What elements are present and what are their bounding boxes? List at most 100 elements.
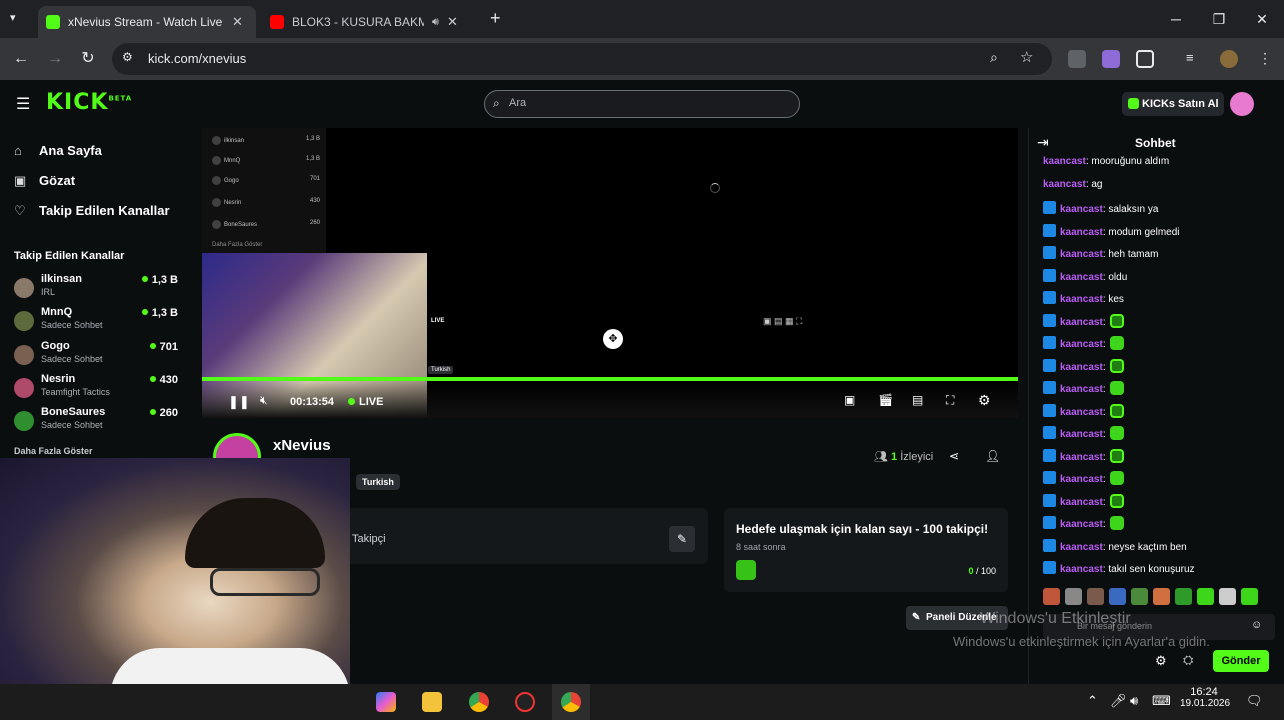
speaker-icon[interactable]: 🔊︎ bbox=[432, 16, 439, 29]
search-input[interactable]: ⌕ Ara bbox=[484, 90, 800, 118]
chat-username[interactable]: kaancast bbox=[1060, 497, 1103, 508]
maximize-icon[interactable]: ❐ bbox=[1208, 8, 1230, 30]
language-tag[interactable]: Turkish bbox=[356, 474, 400, 490]
emote-icon[interactable] bbox=[1197, 588, 1214, 605]
chat-username[interactable]: kaancast bbox=[1060, 272, 1103, 283]
zoom-icon[interactable]: ⌕ bbox=[990, 49, 998, 66]
microphone-icon[interactable]: 🎤︎ bbox=[1110, 693, 1127, 709]
send-button[interactable]: Gönder bbox=[1213, 650, 1269, 672]
chat-username[interactable]: kaancast bbox=[1060, 429, 1103, 440]
back-icon[interactable]: ← bbox=[10, 48, 32, 70]
miniplayer-icon[interactable]: ▤ bbox=[912, 393, 923, 407]
user-avatar[interactable] bbox=[1230, 92, 1254, 116]
chrome-icon[interactable] bbox=[469, 692, 489, 712]
new-tab-icon[interactable]: + bbox=[490, 8, 501, 29]
feather-extension-icon[interactable] bbox=[1102, 50, 1120, 68]
chrome-profile-icon[interactable] bbox=[561, 692, 581, 712]
chat-username[interactable]: kaancast bbox=[1060, 474, 1103, 485]
tab-xnevius[interactable]: xNevius Stream - Watch Live on ✕ bbox=[38, 6, 256, 38]
bookmark-star-icon[interactable]: ☆ bbox=[1020, 48, 1033, 66]
emote-icon[interactable] bbox=[1219, 588, 1236, 605]
kicks-buy-button[interactable]: KICKs Satın Al bbox=[1122, 92, 1224, 116]
profile-avatar-icon[interactable] bbox=[1220, 50, 1238, 68]
channel-name: Nesrin bbox=[41, 373, 76, 385]
theater-mode-icon[interactable]: ▣ bbox=[844, 393, 855, 407]
emote-icon[interactable] bbox=[1153, 588, 1170, 605]
chat-username[interactable]: kaancast bbox=[1060, 317, 1103, 328]
close-tab-icon[interactable]: ✕ bbox=[232, 14, 243, 30]
notifications-icon[interactable]: 🗨︎ bbox=[1246, 693, 1263, 709]
fullscreen-icon[interactable]: ⛶ bbox=[946, 393, 954, 408]
channel-item-bonesaures[interactable]: BoneSaures Sadece Sohbet 260 bbox=[12, 405, 184, 437]
sidebar-item-following[interactable]: ♡ Takip Edilen Kanallar bbox=[14, 203, 170, 219]
chat-username[interactable]: kaancast bbox=[1043, 156, 1086, 167]
chat-username[interactable]: kaancast bbox=[1060, 564, 1103, 575]
chat-username[interactable]: kaancast bbox=[1060, 294, 1103, 305]
url-text[interactable]: kick.com/xnevius bbox=[148, 51, 246, 66]
emote-icon[interactable] bbox=[1241, 588, 1258, 605]
pencil-edit-icon[interactable]: ✎ bbox=[669, 526, 695, 552]
chat-username[interactable]: kaancast bbox=[1043, 179, 1086, 190]
channel-item-mnnq[interactable]: MnnQ Sadece Sohbet 1,3 B bbox=[12, 305, 184, 337]
followed-channels-heading: Takip Edilen Kanallar bbox=[14, 250, 125, 262]
chat-settings-icon[interactable]: ⚙ bbox=[1155, 653, 1167, 669]
emoji-picker-icon[interactable]: ☺ bbox=[1251, 619, 1262, 631]
minimize-icon[interactable]: ─ bbox=[1165, 8, 1187, 30]
file-explorer-icon[interactable] bbox=[422, 692, 442, 712]
clip-icon[interactable]: 🎬︎ bbox=[878, 393, 893, 407]
close-window-icon[interactable]: ✕ bbox=[1251, 8, 1273, 30]
forward-icon[interactable]: → bbox=[44, 48, 66, 70]
hamburger-menu-icon[interactable]: ☰ bbox=[16, 94, 30, 114]
extensions-puzzle-icon[interactable] bbox=[1136, 50, 1154, 68]
settings-gear-icon[interactable]: ⚙ bbox=[978, 392, 991, 409]
omnibox[interactable]: ⚙ kick.com/xnevius ⌕ ☆ bbox=[112, 43, 1052, 75]
chat-username[interactable]: kaancast bbox=[1060, 204, 1103, 215]
user-profile-icon[interactable]: 👤︎ bbox=[985, 449, 1000, 463]
chat-username[interactable]: kaancast bbox=[1060, 384, 1103, 395]
channel-item-nesrin[interactable]: Nesrin Teamfight Tactics 430 bbox=[12, 372, 184, 404]
network-icon[interactable]: ⌨ bbox=[1152, 693, 1171, 709]
chat-username[interactable]: kaancast bbox=[1060, 339, 1103, 350]
share-icon[interactable]: ⋖ bbox=[949, 449, 959, 463]
drag-move-icon[interactable]: ✥ bbox=[603, 329, 623, 349]
chat-username[interactable]: kaancast bbox=[1060, 407, 1103, 418]
copilot-icon[interactable] bbox=[376, 692, 396, 712]
browser-menu-icon[interactable]: ⋮ bbox=[1258, 50, 1272, 67]
emote-icon[interactable] bbox=[1131, 588, 1148, 605]
volume-icon[interactable]: 🔊︎ bbox=[1130, 693, 1138, 709]
show-more-link[interactable]: Daha Fazla Göster bbox=[14, 446, 93, 456]
chat-username[interactable]: kaancast bbox=[1060, 542, 1103, 553]
emote-icon[interactable] bbox=[1109, 588, 1126, 605]
taskbar-clock[interactable]: 16:24 19.01.2026 bbox=[1180, 686, 1230, 709]
kicks-gift-icon[interactable]: ⛭ bbox=[1183, 652, 1193, 668]
channel-name[interactable]: xNevius bbox=[273, 437, 331, 454]
site-info-icon[interactable]: ⚙ bbox=[122, 50, 133, 64]
video-player[interactable]: LIVE ▣ ▤ ▦ ⛶ ilkinsan 1,3 B MnnQ 1,3 B Gog… bbox=[202, 128, 1018, 418]
collapse-chat-icon[interactable]: ⇥ bbox=[1037, 134, 1049, 151]
channel-item-gogo[interactable]: Gogo Sadece Sohbet 701 bbox=[12, 339, 184, 371]
chat-username[interactable]: kaancast bbox=[1060, 519, 1103, 530]
obs-icon[interactable] bbox=[515, 692, 535, 712]
chat-username[interactable]: kaancast bbox=[1060, 227, 1103, 238]
channel-category: Teamfight Tactics bbox=[41, 387, 110, 397]
pause-icon[interactable]: ❚❚ bbox=[228, 394, 250, 410]
emote-icon[interactable] bbox=[1175, 588, 1192, 605]
shield-extension-icon[interactable] bbox=[1068, 50, 1086, 68]
channel-item-ilkinsan[interactable]: ilkinsan IRL 1,3 B bbox=[12, 272, 184, 304]
chat-username[interactable]: kaancast bbox=[1060, 249, 1103, 260]
tray-overflow-icon[interactable]: ⌃ bbox=[1087, 693, 1098, 709]
tab-blok3[interactable]: BLOK3 - KUSURA BAKMA ( 🔊︎ ✕ bbox=[262, 6, 476, 38]
tab-search-icon[interactable]: ▾ bbox=[10, 11, 16, 24]
chat-username[interactable]: kaancast bbox=[1060, 362, 1103, 373]
sidebar-item-browse[interactable]: ▣ Gözat bbox=[14, 173, 75, 189]
emote-icon[interactable] bbox=[1065, 588, 1082, 605]
sidebar-item-home[interactable]: ⌂ Ana Sayfa bbox=[14, 143, 102, 158]
close-tab-icon[interactable]: ✕ bbox=[447, 14, 458, 30]
reload-icon[interactable]: ↻ bbox=[77, 48, 99, 70]
emote-icon[interactable] bbox=[1087, 588, 1104, 605]
media-controls-icon[interactable]: ≡ bbox=[1186, 50, 1204, 68]
kick-logo[interactable]: KICKBETA bbox=[46, 90, 132, 115]
emote-icon[interactable] bbox=[1043, 588, 1060, 605]
chat-username[interactable]: kaancast bbox=[1060, 452, 1103, 463]
mute-icon[interactable]: 🔇︎ bbox=[260, 393, 268, 408]
